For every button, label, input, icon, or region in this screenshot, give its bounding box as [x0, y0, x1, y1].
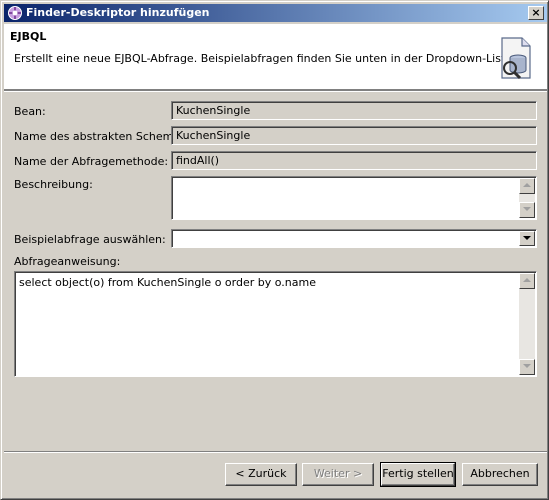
scroll-up-button[interactable] — [519, 178, 535, 194]
chevron-down-icon — [523, 236, 531, 240]
next-button[interactable]: Weiter > — [302, 463, 374, 486]
close-icon: × — [531, 6, 541, 19]
scroll-down-button[interactable] — [519, 359, 535, 375]
arrow-down-icon — [523, 207, 531, 211]
arrow-up-icon — [523, 183, 531, 187]
statement-value: select object(o) from KuchenSingle o ord… — [19, 276, 316, 289]
window-title: Finder-Deskriptor hinzufügen — [26, 6, 210, 19]
description-textarea[interactable] — [171, 176, 537, 220]
dialog-window: Finder-Deskriptor hinzufügen × EJBQL Ers… — [0, 0, 549, 500]
back-button[interactable]: < Zurück — [225, 463, 297, 486]
description-label: Beschreibung: — [14, 178, 93, 191]
scroll-down-button[interactable] — [519, 202, 535, 218]
close-button[interactable]: × — [528, 6, 544, 20]
example-query-dropdown[interactable] — [171, 229, 537, 248]
back-button-label: < Zurück — [235, 467, 287, 480]
example-query-label: Beispielabfrage auswählen: — [14, 233, 166, 246]
finish-button[interactable]: Fertig stellen — [380, 462, 456, 487]
dropdown-button[interactable] — [519, 231, 535, 246]
finish-button-label: Fertig stellen — [382, 467, 454, 480]
scroll-up-button[interactable] — [519, 273, 535, 289]
bean-value: KuchenSingle — [176, 104, 251, 117]
statement-textarea[interactable]: select object(o) from KuchenSingle o ord… — [14, 271, 537, 377]
method-field: findAll() — [171, 151, 537, 170]
bean-label: Bean: — [14, 105, 46, 118]
banner-divider — [4, 90, 547, 92]
title-bar[interactable]: Finder-Deskriptor hinzufügen × — [4, 4, 547, 22]
banner-description: Erstellt eine neue EJBQL-Abfrage. Beispi… — [14, 52, 516, 65]
arrow-up-icon — [523, 278, 531, 282]
next-button-label: Weiter > — [313, 467, 363, 480]
statement-label: Abfrageanweisung: — [14, 255, 121, 268]
schema-value: KuchenSingle — [176, 129, 251, 142]
method-label: Name der Abfragemethode: — [14, 155, 169, 168]
method-value: findAll() — [176, 154, 220, 167]
statement-scrollbar[interactable] — [519, 273, 535, 375]
arrow-down-icon — [523, 364, 531, 368]
description-scrollbar[interactable] — [519, 178, 535, 218]
wizard-banner: EJBQL Erstellt eine neue EJBQL-Abfrage. … — [4, 24, 547, 90]
banner-title: EJBQL — [10, 30, 47, 43]
schema-label: Name des abstrakten Schemas: — [14, 130, 190, 143]
wizard-icon — [8, 6, 22, 20]
cancel-button-label: Abbrechen — [470, 467, 530, 480]
schema-field: KuchenSingle — [171, 126, 537, 145]
bean-field: KuchenSingle — [171, 101, 537, 120]
database-query-icon — [501, 37, 531, 80]
cancel-button[interactable]: Abbrechen — [462, 463, 538, 486]
button-bar-divider — [4, 451, 547, 453]
